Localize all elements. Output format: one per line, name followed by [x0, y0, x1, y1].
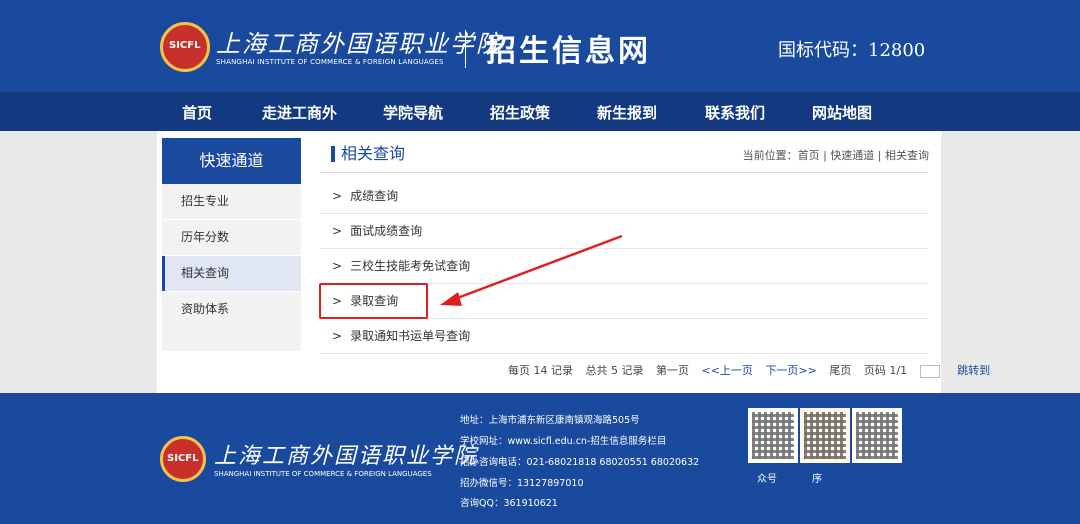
pagination: 每页 14 记录 总共 5 记录 第一页 <<上一页 下一页>> 尾页 页码 1… [508, 362, 999, 378]
footer-school-name-cn: 上海工商外国语职业学院 [214, 444, 479, 469]
pager-per-page: 每页 14 记录 [508, 364, 573, 377]
qr-code-icon [748, 408, 798, 463]
qr-code-icon [800, 408, 850, 463]
footer-website: 学校网址：www.sicfl.edu.cn-招生信息服务栏目 [460, 436, 667, 447]
footer-logo-icon [160, 436, 206, 482]
footer-address: 地址：上海市浦东新区康南镇观海路505号 [460, 415, 640, 426]
pager-last-link[interactable]: 尾页 [829, 364, 851, 377]
pager-total: 总共 5 记录 [585, 364, 644, 377]
qr-code-icon [852, 408, 902, 463]
qr-label: 序 [812, 474, 822, 485]
footer-school-name-en: SHANGHAI INSTITUTE OF COMMERCE & FOREIGN… [214, 470, 432, 478]
pager-prev-link[interactable]: <<上一页 [702, 364, 753, 377]
pager-jump-button[interactable]: 跳转到 [957, 364, 990, 377]
qr-label: 众号 [757, 474, 777, 485]
pager-next-link[interactable]: 下一页>> [765, 364, 816, 377]
footer-wechat: 招办微信号：13127897010 [460, 478, 584, 489]
footer-phone: 招办咨询电话：021-68021818 68020551 68020632 [460, 457, 700, 468]
pager-first-link[interactable]: 第一页 [656, 364, 689, 377]
page-jump-input[interactable] [919, 364, 940, 378]
pager-page-indicator: 页码 1/1 [863, 364, 908, 377]
footer-qq: 咨询QQ：361910621 [460, 498, 558, 509]
